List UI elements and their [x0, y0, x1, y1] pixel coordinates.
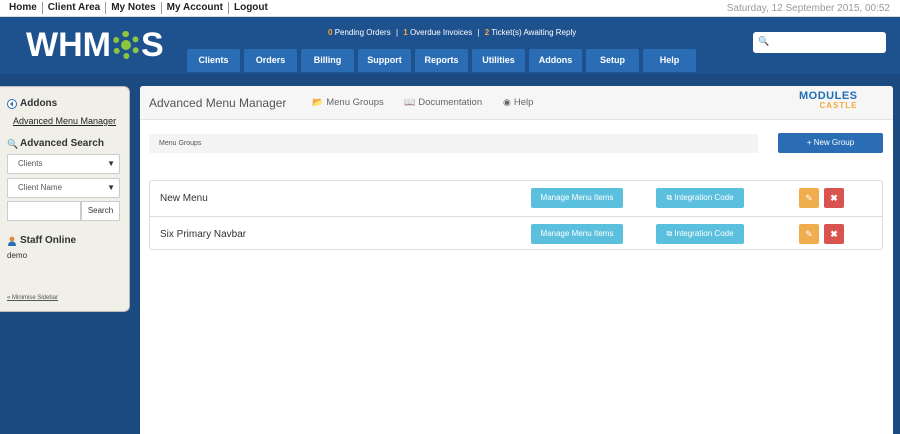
menu-groups-link[interactable]: 📂 Menu Groups — [312, 97, 384, 108]
nav-tab-clients[interactable]: Clients — [187, 49, 240, 72]
table-row: New Menu Manage Menu Items ⧉ Integration… — [150, 181, 882, 216]
gear-icon — [111, 31, 140, 59]
close-icon: ✖ — [830, 193, 838, 203]
logo-text-left: WHM — [26, 26, 111, 64]
logout-link[interactable]: Logout — [227, 2, 273, 14]
modules-castle-logo[interactable]: MODULES CASTLE — [799, 91, 858, 111]
overdue-invoices-label[interactable]: Overdue Invoices — [410, 28, 472, 37]
delete-button[interactable]: ✖ — [824, 224, 844, 244]
nav-tab-setup[interactable]: Setup — [586, 49, 639, 72]
tickets-awaiting-count[interactable]: 2 — [485, 28, 489, 37]
sidebar: Addons Advanced Menu Manager 🔍 Advanced … — [0, 86, 130, 312]
search-type-select[interactable]: Clients ▼ — [7, 154, 120, 174]
current-datetime: Saturday, 12 September 2015, 00:52 — [726, 3, 890, 14]
nav-tab-utilities[interactable]: Utilities — [472, 49, 525, 72]
header: WHM S 0 Pending Orders | 1 Overdue Invoi… — [0, 17, 900, 74]
my-account-link[interactable]: My Account — [160, 2, 228, 14]
documentation-link[interactable]: 📖 Documentation — [404, 97, 482, 108]
main-nav: Clients Orders Billing Support Reports U… — [187, 49, 700, 72]
nav-tab-support[interactable]: Support — [358, 49, 411, 72]
menu-group-name: Six Primary Navbar — [160, 229, 247, 240]
client-area-link[interactable]: Client Area — [41, 2, 105, 14]
overdue-invoices-count[interactable]: 1 — [403, 28, 407, 37]
menu-groups-table: New Menu Manage Menu Items ⧉ Integration… — [149, 180, 883, 250]
book-icon: 📖 — [404, 97, 416, 107]
brand-bottom-text: CASTLE — [819, 101, 858, 110]
top-bar: Home Client Area My Notes My Account Log… — [0, 0, 900, 17]
search-icon: 🔍 — [758, 36, 770, 46]
addons-heading: Addons — [7, 98, 57, 109]
nav-tab-billing[interactable]: Billing — [301, 49, 354, 72]
sidebar-link-advanced-menu-manager[interactable]: Advanced Menu Manager — [13, 116, 116, 126]
edit-button[interactable]: ✎ — [799, 188, 819, 208]
module-panel: Advanced Menu Manager 📂 Menu Groups 📖 Do… — [140, 86, 893, 434]
delete-button[interactable]: ✖ — [824, 188, 844, 208]
user-icon — [8, 236, 16, 246]
table-row: Six Primary Navbar Manage Menu Items ⧉ I… — [150, 216, 882, 251]
copy-icon: ⧉ — [666, 193, 673, 202]
chevron-down-icon: ▼ — [107, 183, 115, 192]
nav-tab-reports[interactable]: Reports — [415, 49, 468, 72]
logo-text-right: S — [140, 26, 164, 64]
edit-button[interactable]: ✎ — [799, 224, 819, 244]
my-notes-link[interactable]: My Notes — [105, 2, 160, 14]
staff-online-heading: Staff Online — [7, 235, 76, 246]
advanced-search-heading: 🔍 Advanced Search — [7, 138, 104, 149]
tickets-awaiting-label[interactable]: Ticket(s) Awaiting Reply — [491, 28, 576, 37]
folder-open-icon: 📂 — [312, 97, 324, 107]
manage-menu-items-button[interactable]: Manage Menu Items — [531, 224, 623, 244]
sidebar-search-input[interactable] — [7, 201, 81, 221]
notification-summary: 0 Pending Orders | 1 Overdue Invoices | … — [328, 28, 577, 37]
whmcs-logo[interactable]: WHM S — [26, 26, 164, 64]
module-header: Advanced Menu Manager 📂 Menu Groups 📖 Do… — [140, 86, 893, 120]
pending-orders-label[interactable]: Pending Orders — [335, 28, 391, 37]
menu-group-name: New Menu — [160, 193, 208, 204]
global-search-input[interactable]: 🔍 — [753, 32, 886, 53]
chevron-down-icon: ▼ — [107, 159, 115, 168]
addons-icon — [7, 98, 17, 109]
pending-orders-count[interactable]: 0 — [328, 28, 332, 37]
lifebuoy-icon: ◉ — [503, 97, 511, 107]
integration-code-button[interactable]: ⧉ Integration Code — [656, 224, 744, 244]
nav-tab-help[interactable]: Help — [643, 49, 696, 72]
manage-menu-items-button[interactable]: Manage Menu Items — [531, 188, 623, 208]
search-icon: 🔍 — [7, 138, 19, 149]
new-group-button[interactable]: + New Group — [778, 133, 883, 153]
home-link[interactable]: Home — [4, 2, 42, 14]
staff-online-user: demo — [7, 251, 28, 260]
close-icon: ✖ — [830, 229, 838, 239]
top-links: Home Client Area My Notes My Account Log… — [4, 2, 273, 14]
pencil-icon: ✎ — [805, 193, 813, 203]
integration-code-button[interactable]: ⧉ Integration Code — [656, 188, 744, 208]
sidebar-search-button[interactable]: Search — [81, 201, 120, 221]
brand-top-text: MODULES — [799, 90, 858, 102]
breadcrumb: Menu Groups — [149, 134, 758, 153]
copy-icon: ⧉ — [666, 229, 673, 238]
pencil-icon: ✎ — [805, 229, 813, 239]
nav-tab-orders[interactable]: Orders — [244, 49, 297, 72]
nav-tab-addons[interactable]: Addons — [529, 49, 582, 72]
search-field-select[interactable]: Client Name ▼ — [7, 178, 120, 198]
module-title: Advanced Menu Manager — [149, 96, 287, 110]
minimise-sidebar-link[interactable]: « Minimise Sidebar — [7, 295, 58, 301]
help-link[interactable]: ◉ Help — [503, 97, 533, 108]
